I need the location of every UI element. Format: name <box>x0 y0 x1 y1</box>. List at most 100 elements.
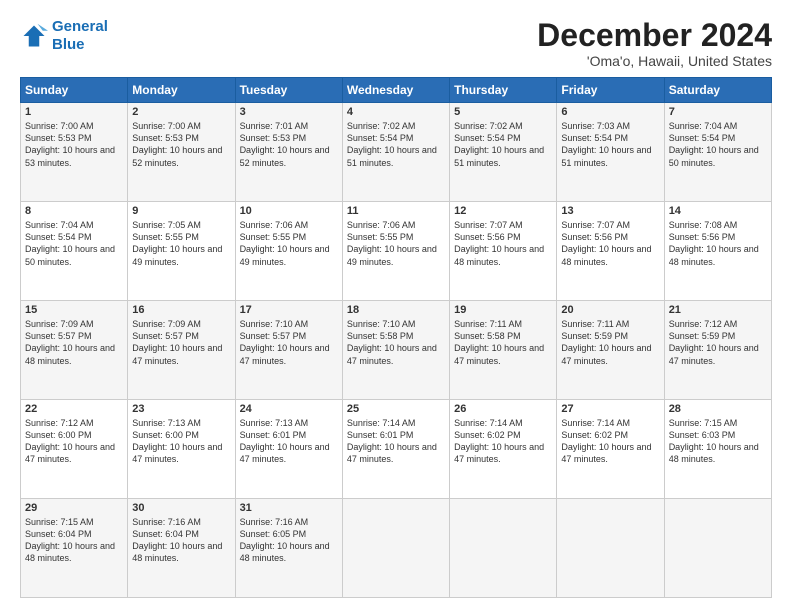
table-row: 2 Sunrise: 7:00 AMSunset: 5:53 PMDayligh… <box>128 103 235 202</box>
cell-info: Sunrise: 7:06 AMSunset: 5:55 PMDaylight:… <box>347 220 437 266</box>
table-row: 6 Sunrise: 7:03 AMSunset: 5:54 PMDayligh… <box>557 103 664 202</box>
cell-info: Sunrise: 7:15 AMSunset: 6:03 PMDaylight:… <box>669 418 759 464</box>
table-row: 23 Sunrise: 7:13 AMSunset: 6:00 PMDaylig… <box>128 400 235 499</box>
calendar-table: Sunday Monday Tuesday Wednesday Thursday… <box>20 77 772 598</box>
day-number: 11 <box>347 205 445 217</box>
cell-info: Sunrise: 7:14 AMSunset: 6:02 PMDaylight:… <box>561 418 651 464</box>
day-number: 10 <box>240 205 338 217</box>
table-row: 14 Sunrise: 7:08 AMSunset: 5:56 PMDaylig… <box>664 202 771 301</box>
table-row: 21 Sunrise: 7:12 AMSunset: 5:59 PMDaylig… <box>664 301 771 400</box>
day-number: 15 <box>25 304 123 316</box>
cell-info: Sunrise: 7:06 AMSunset: 5:55 PMDaylight:… <box>240 220 330 266</box>
logo-line2: Blue <box>52 36 85 53</box>
table-row: 19 Sunrise: 7:11 AMSunset: 5:58 PMDaylig… <box>450 301 557 400</box>
col-friday: Friday <box>557 78 664 103</box>
calendar-week-row: 8 Sunrise: 7:04 AMSunset: 5:54 PMDayligh… <box>21 202 772 301</box>
day-number: 4 <box>347 106 445 118</box>
day-number: 17 <box>240 304 338 316</box>
day-number: 1 <box>25 106 123 118</box>
table-row: 15 Sunrise: 7:09 AMSunset: 5:57 PMDaylig… <box>21 301 128 400</box>
table-row <box>557 499 664 598</box>
table-row <box>342 499 449 598</box>
cell-info: Sunrise: 7:12 AMSunset: 6:00 PMDaylight:… <box>25 418 115 464</box>
month-title: December 2024 <box>537 18 772 53</box>
day-number: 22 <box>25 403 123 415</box>
cell-info: Sunrise: 7:16 AMSunset: 6:04 PMDaylight:… <box>132 517 222 563</box>
location: 'Oma'o, Hawaii, United States <box>537 53 772 69</box>
day-number: 31 <box>240 502 338 514</box>
day-number: 20 <box>561 304 659 316</box>
day-number: 21 <box>669 304 767 316</box>
day-number: 19 <box>454 304 552 316</box>
day-number: 26 <box>454 403 552 415</box>
cell-info: Sunrise: 7:04 AMSunset: 5:54 PMDaylight:… <box>25 220 115 266</box>
table-row: 16 Sunrise: 7:09 AMSunset: 5:57 PMDaylig… <box>128 301 235 400</box>
logo-text: General Blue <box>52 18 108 54</box>
day-number: 24 <box>240 403 338 415</box>
cell-info: Sunrise: 7:10 AMSunset: 5:58 PMDaylight:… <box>347 319 437 365</box>
col-wednesday: Wednesday <box>342 78 449 103</box>
day-number: 18 <box>347 304 445 316</box>
calendar-week-row: 15 Sunrise: 7:09 AMSunset: 5:57 PMDaylig… <box>21 301 772 400</box>
day-number: 9 <box>132 205 230 217</box>
day-number: 16 <box>132 304 230 316</box>
header: General Blue December 2024 'Oma'o, Hawai… <box>20 18 772 69</box>
cell-info: Sunrise: 7:07 AMSunset: 5:56 PMDaylight:… <box>454 220 544 266</box>
logo-line1: General <box>52 18 108 35</box>
calendar-week-row: 29 Sunrise: 7:15 AMSunset: 6:04 PMDaylig… <box>21 499 772 598</box>
col-sunday: Sunday <box>21 78 128 103</box>
cell-info: Sunrise: 7:02 AMSunset: 5:54 PMDaylight:… <box>454 121 544 167</box>
table-row: 30 Sunrise: 7:16 AMSunset: 6:04 PMDaylig… <box>128 499 235 598</box>
cell-info: Sunrise: 7:16 AMSunset: 6:05 PMDaylight:… <box>240 517 330 563</box>
table-row: 12 Sunrise: 7:07 AMSunset: 5:56 PMDaylig… <box>450 202 557 301</box>
cell-info: Sunrise: 7:11 AMSunset: 5:58 PMDaylight:… <box>454 319 544 365</box>
table-row: 1 Sunrise: 7:00 AMSunset: 5:53 PMDayligh… <box>21 103 128 202</box>
table-row: 5 Sunrise: 7:02 AMSunset: 5:54 PMDayligh… <box>450 103 557 202</box>
day-number: 3 <box>240 106 338 118</box>
day-number: 6 <box>561 106 659 118</box>
table-row: 25 Sunrise: 7:14 AMSunset: 6:01 PMDaylig… <box>342 400 449 499</box>
cell-info: Sunrise: 7:07 AMSunset: 5:56 PMDaylight:… <box>561 220 651 266</box>
table-row: 4 Sunrise: 7:02 AMSunset: 5:54 PMDayligh… <box>342 103 449 202</box>
day-number: 14 <box>669 205 767 217</box>
table-row: 18 Sunrise: 7:10 AMSunset: 5:58 PMDaylig… <box>342 301 449 400</box>
day-number: 23 <box>132 403 230 415</box>
cell-info: Sunrise: 7:13 AMSunset: 6:00 PMDaylight:… <box>132 418 222 464</box>
col-monday: Monday <box>128 78 235 103</box>
cell-info: Sunrise: 7:13 AMSunset: 6:01 PMDaylight:… <box>240 418 330 464</box>
table-row: 11 Sunrise: 7:06 AMSunset: 5:55 PMDaylig… <box>342 202 449 301</box>
table-row: 24 Sunrise: 7:13 AMSunset: 6:01 PMDaylig… <box>235 400 342 499</box>
cell-info: Sunrise: 7:14 AMSunset: 6:01 PMDaylight:… <box>347 418 437 464</box>
col-thursday: Thursday <box>450 78 557 103</box>
table-row: 17 Sunrise: 7:10 AMSunset: 5:57 PMDaylig… <box>235 301 342 400</box>
logo-icon <box>20 22 48 50</box>
day-number: 2 <box>132 106 230 118</box>
table-row: 22 Sunrise: 7:12 AMSunset: 6:00 PMDaylig… <box>21 400 128 499</box>
cell-info: Sunrise: 7:08 AMSunset: 5:56 PMDaylight:… <box>669 220 759 266</box>
col-saturday: Saturday <box>664 78 771 103</box>
calendar-week-row: 1 Sunrise: 7:00 AMSunset: 5:53 PMDayligh… <box>21 103 772 202</box>
page: General Blue December 2024 'Oma'o, Hawai… <box>0 0 792 612</box>
cell-info: Sunrise: 7:09 AMSunset: 5:57 PMDaylight:… <box>25 319 115 365</box>
table-row: 26 Sunrise: 7:14 AMSunset: 6:02 PMDaylig… <box>450 400 557 499</box>
cell-info: Sunrise: 7:00 AMSunset: 5:53 PMDaylight:… <box>25 121 115 167</box>
cell-info: Sunrise: 7:09 AMSunset: 5:57 PMDaylight:… <box>132 319 222 365</box>
cell-info: Sunrise: 7:12 AMSunset: 5:59 PMDaylight:… <box>669 319 759 365</box>
day-number: 7 <box>669 106 767 118</box>
day-number: 29 <box>25 502 123 514</box>
day-number: 25 <box>347 403 445 415</box>
calendar-week-row: 22 Sunrise: 7:12 AMSunset: 6:00 PMDaylig… <box>21 400 772 499</box>
cell-info: Sunrise: 7:10 AMSunset: 5:57 PMDaylight:… <box>240 319 330 365</box>
table-row: 10 Sunrise: 7:06 AMSunset: 5:55 PMDaylig… <box>235 202 342 301</box>
table-row <box>450 499 557 598</box>
cell-info: Sunrise: 7:00 AMSunset: 5:53 PMDaylight:… <box>132 121 222 167</box>
day-number: 12 <box>454 205 552 217</box>
day-number: 28 <box>669 403 767 415</box>
cell-info: Sunrise: 7:15 AMSunset: 6:04 PMDaylight:… <box>25 517 115 563</box>
table-row: 7 Sunrise: 7:04 AMSunset: 5:54 PMDayligh… <box>664 103 771 202</box>
day-number: 13 <box>561 205 659 217</box>
calendar-header-row: Sunday Monday Tuesday Wednesday Thursday… <box>21 78 772 103</box>
table-row: 9 Sunrise: 7:05 AMSunset: 5:55 PMDayligh… <box>128 202 235 301</box>
table-row: 31 Sunrise: 7:16 AMSunset: 6:05 PMDaylig… <box>235 499 342 598</box>
table-row <box>664 499 771 598</box>
